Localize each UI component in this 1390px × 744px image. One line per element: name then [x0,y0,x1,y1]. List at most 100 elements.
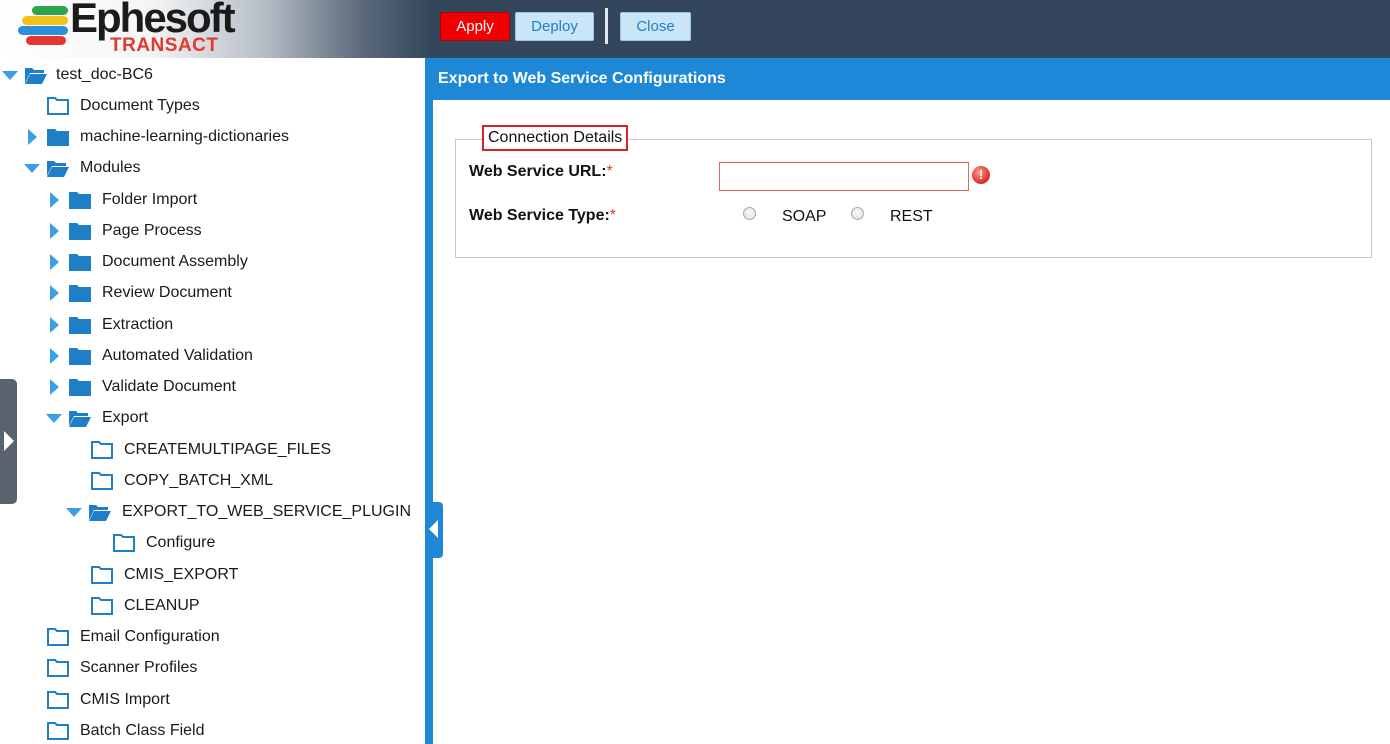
tree-node-cmis-export[interactable]: CMIS_EXPORT [68,561,238,589]
rest-radio[interactable] [851,207,864,220]
panel-header: Export to Web Service Configurations [433,58,1390,100]
folder-outline-icon [46,721,70,741]
panel-title: Export to Web Service Configurations [438,70,726,87]
tree-node-validate-document[interactable]: Validate Document [46,373,236,401]
collapse-toggle-icon[interactable] [24,160,40,176]
tree-label: COPY_BATCH_XML [124,472,274,489]
expand-sidebar-tab[interactable] [0,379,17,504]
tree-node-export[interactable]: Export [46,404,148,432]
web-service-url-input[interactable] [719,162,969,191]
tree-node-createmultipage-files[interactable]: CREATEMULTIPAGE_FILES [68,436,331,464]
expand-toggle-icon[interactable] [46,223,62,239]
folder-icon [68,315,92,335]
tree-node-modules[interactable]: Modules [24,154,140,182]
tree-node-test-doc-bc6[interactable]: test_doc-BC6 [2,61,153,89]
folder-outline-icon [90,596,114,616]
tree-label: Validate Document [102,378,236,395]
tree-node-scanner-profiles[interactable]: Scanner Profiles [24,654,197,682]
required-marker: * [606,163,613,180]
tree-label: Review Document [102,284,232,301]
folder-outline-icon [90,565,114,585]
expand-toggle-icon[interactable] [46,254,62,270]
error-icon: ! [972,166,990,184]
expand-toggle-icon[interactable] [46,379,62,395]
web-service-url-label: Web Service URL:* [469,163,613,180]
apply-button[interactable]: Apply [440,12,510,41]
expand-toggle-icon[interactable] [46,348,62,364]
tree-node-cmis-import[interactable]: CMIS Import [24,686,170,714]
tree-node-automated-validation[interactable]: Automated Validation [46,342,253,370]
tree-label: CMIS Import [80,691,170,708]
expand-toggle-icon[interactable] [46,317,62,333]
folder-outline-icon [90,440,114,460]
tree-node-document-types[interactable]: Document Types [24,92,200,120]
web-service-type-label: Web Service Type:* [469,207,617,224]
tree-label: Extraction [102,316,174,333]
tree-label: Export [102,409,149,426]
folder-icon [68,221,92,241]
tree-label: Automated Validation [102,347,253,364]
soap-radio-label[interactable]: SOAP [782,208,826,226]
tree-node-batch-class-field[interactable]: Batch Class Field [24,717,205,744]
tree-label: Folder Import [102,191,198,208]
folder-open-icon [68,408,92,428]
tree-label: CLEANUP [124,597,200,614]
folder-icon [68,190,92,210]
folder-icon [68,252,92,272]
panel-splitter[interactable] [425,58,433,744]
tree-label: EXPORT_TO_WEB_SERVICE_PLUGIN [122,503,411,520]
tree-node-configure[interactable]: Configure [90,529,215,557]
batch-class-tree: test_doc-BC6 Document Types machine-lear… [0,58,425,744]
connection-details-fieldset [455,139,1372,258]
app-header: Ephesoft TRANSACT Apply Deploy Close [0,0,1390,58]
deploy-button[interactable]: Deploy [515,12,594,41]
expand-toggle-icon[interactable] [2,67,18,83]
logo-subtitle: TRANSACT [110,35,219,56]
tree-label: Scanner Profiles [80,659,198,676]
tree-label: Document Types [80,97,200,114]
collapse-tree-button[interactable] [425,502,443,558]
collapse-toggle-icon[interactable] [66,504,82,520]
folder-icon [68,346,92,366]
tree-label: test_doc-BC6 [56,66,153,83]
folder-outline-icon [46,690,70,710]
tree-label: Document Assembly [102,253,248,270]
rest-radio-label[interactable]: REST [890,208,933,226]
toolbar-divider [605,8,608,44]
tree-node-machine-learning-dictionaries[interactable]: machine-learning-dictionaries [24,123,289,151]
folder-outline-icon [90,471,114,491]
tree-node-email-configuration[interactable]: Email Configuration [24,623,220,651]
expand-toggle-icon[interactable] [46,192,62,208]
tree-node-extraction[interactable]: Extraction [46,311,173,339]
collapse-toggle-icon[interactable] [46,410,62,426]
tree-label: Batch Class Field [80,722,205,739]
tree-label: CREATEMULTIPAGE_FILES [124,441,332,458]
folder-open-icon [24,65,48,85]
tree-label: CMIS_EXPORT [124,566,239,583]
fieldset-legend: Connection Details [482,125,629,151]
required-marker: * [609,207,617,224]
tree-label: machine-learning-dictionaries [80,128,289,145]
tree-node-document-assembly[interactable]: Document Assembly [46,248,248,276]
tree-label: Email Configuration [80,628,220,645]
soap-radio[interactable] [743,207,756,220]
tree-node-review-document[interactable]: Review Document [46,279,232,307]
tree-node-copy-batch-xml[interactable]: COPY_BATCH_XML [68,467,273,495]
tree-node-folder-import[interactable]: Folder Import [46,186,197,214]
close-button[interactable]: Close [620,12,691,41]
folder-icon [68,283,92,303]
logo-mark [18,2,72,45]
folder-icon [46,127,70,147]
folder-outline-icon [112,533,136,553]
expand-toggle-icon[interactable] [46,285,62,301]
folder-outline-icon [46,658,70,678]
folder-outline-icon [46,96,70,116]
expand-toggle-icon[interactable] [24,129,40,145]
tree-node-export-to-web-service-plugin[interactable]: EXPORT_TO_WEB_SERVICE_PLUGIN [66,498,411,526]
folder-open-icon [88,502,112,522]
folder-open-icon [46,158,70,178]
tree-label: Configure [146,534,216,551]
tree-node-page-process[interactable]: Page Process [46,217,202,245]
ephesoft-logo: Ephesoft TRANSACT [18,0,248,58]
tree-node-cleanup[interactable]: CLEANUP [68,592,200,620]
